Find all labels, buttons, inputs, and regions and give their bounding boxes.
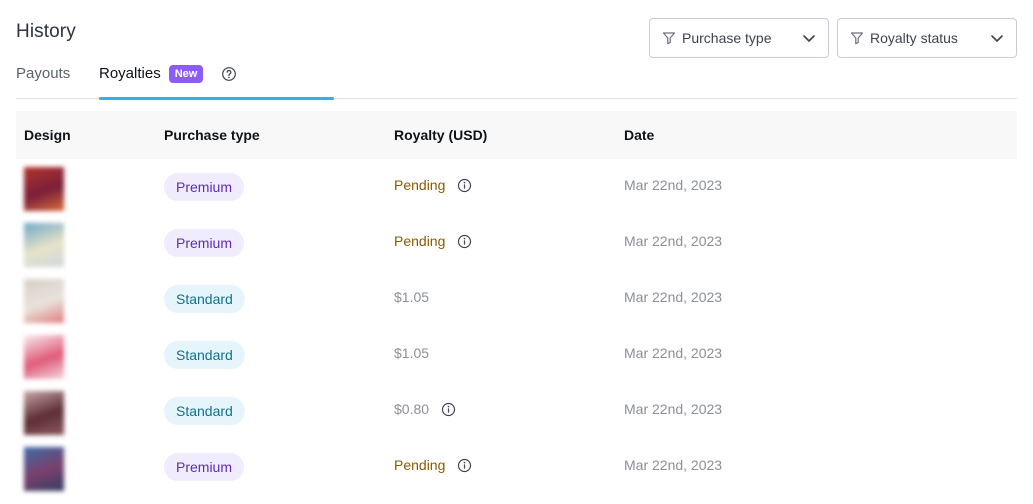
column-header-design[interactable]: Design xyxy=(24,127,71,143)
date-value: Mar 22nd, 2023 xyxy=(624,289,723,305)
date-value: Mar 22nd, 2023 xyxy=(624,457,723,473)
royalty-value: $1.05 xyxy=(394,289,429,305)
table-row[interactable]: Standard $0.80 Mar 22nd, 2023 xyxy=(16,383,1017,439)
royalty-value: $0.80 xyxy=(394,401,456,417)
info-icon[interactable] xyxy=(457,234,472,249)
royalty-value: Pending xyxy=(394,457,472,473)
design-thumbnail[interactable] xyxy=(24,335,64,379)
purchase-type-badge: Standard xyxy=(164,397,245,425)
date-value: Mar 22nd, 2023 xyxy=(624,177,723,193)
column-header-date[interactable]: Date xyxy=(624,127,654,143)
table-row[interactable]: Standard $1.05 Mar 22nd, 2023 xyxy=(16,327,1017,383)
chevron-down-icon xyxy=(990,31,1004,45)
tab-royalties[interactable]: Royalties New xyxy=(99,60,334,100)
royalty-value: $1.05 xyxy=(394,345,429,361)
royalty-value: Pending xyxy=(394,233,472,249)
royalty-text: Pending xyxy=(394,233,446,249)
purchase-type-filter-label: Purchase type xyxy=(682,30,772,46)
table-header: Design Purchase type Royalty (USD) Date xyxy=(16,111,1017,159)
design-thumbnail[interactable] xyxy=(24,167,64,211)
purchase-type-badge: Premium xyxy=(164,229,245,257)
purchase-type-badge: Standard xyxy=(164,341,245,369)
table-body: Premium Pending Mar 22nd, 2023 Premium Pendi… xyxy=(16,159,1017,495)
funnel-icon xyxy=(662,31,676,45)
royalties-table: Design Purchase type Royalty (USD) Date … xyxy=(16,111,1017,495)
active-tab-indicator xyxy=(99,97,334,100)
column-header-purchase-type[interactable]: Purchase type xyxy=(164,127,260,143)
info-icon[interactable] xyxy=(457,178,472,193)
date-value: Mar 22nd, 2023 xyxy=(624,233,723,249)
filter-bar: Purchase type Royalty status xyxy=(649,18,1017,58)
tab-payouts[interactable]: Payouts xyxy=(16,60,70,99)
royalty-text: $1.05 xyxy=(394,289,430,305)
design-thumbnail[interactable] xyxy=(24,391,64,435)
page-title: History xyxy=(16,21,76,42)
table-row[interactable]: Premium Pending Mar 22nd, 2023 xyxy=(16,439,1017,495)
royalty-status-filter-label: Royalty status xyxy=(870,30,958,46)
date-value: Mar 22nd, 2023 xyxy=(624,345,723,361)
tab-payouts-label: Payouts xyxy=(16,65,71,82)
table-row[interactable]: Premium Pending Mar 22nd, 2023 xyxy=(16,215,1017,271)
info-icon[interactable] xyxy=(457,458,472,473)
funnel-icon xyxy=(850,31,864,45)
design-thumbnail[interactable] xyxy=(24,279,64,323)
design-thumbnail[interactable] xyxy=(24,447,64,491)
royalty-text: Pending xyxy=(394,177,446,193)
help-icon[interactable] xyxy=(221,66,237,82)
info-icon[interactable] xyxy=(441,402,456,417)
table-row[interactable]: Standard $1.05 Mar 22nd, 2023 xyxy=(16,271,1017,327)
royalty-text: $1.05 xyxy=(394,345,430,361)
royalty-text: Pending xyxy=(394,457,446,473)
date-value: Mar 22nd, 2023 xyxy=(624,401,723,417)
purchase-type-badge: Standard xyxy=(164,285,245,313)
purchase-type-badge: Premium xyxy=(164,453,245,481)
tab-royalties-label: Royalties xyxy=(99,65,161,82)
royalty-text: $0.80 xyxy=(394,401,430,417)
purchase-type-badge: Premium xyxy=(164,173,245,201)
tab-bar: Payouts Royalties New xyxy=(16,60,1017,100)
design-thumbnail[interactable] xyxy=(24,223,64,267)
chevron-down-icon xyxy=(802,31,816,45)
royalty-value: Pending xyxy=(394,177,472,193)
royalty-status-filter[interactable]: Royalty status xyxy=(837,18,1017,58)
purchase-type-filter[interactable]: Purchase type xyxy=(649,18,829,58)
column-header-royalty[interactable]: Royalty (USD) xyxy=(394,127,487,143)
table-row[interactable]: Premium Pending Mar 22nd, 2023 xyxy=(16,159,1017,215)
new-badge: New xyxy=(168,64,204,83)
